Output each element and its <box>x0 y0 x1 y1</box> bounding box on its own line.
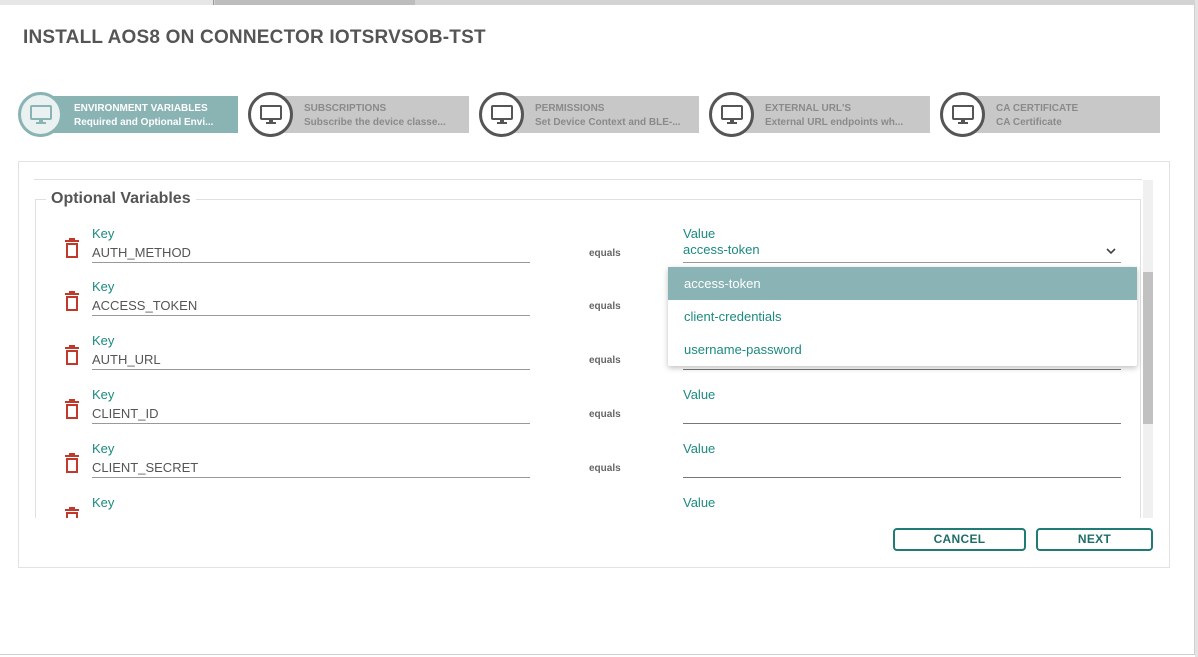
value-select-text: access-token <box>683 242 760 257</box>
value-label: Value <box>683 387 716 402</box>
variable-row: Key CLIENT_ID equals Value <box>34 387 1142 441</box>
equals-label: equals <box>589 301 621 312</box>
step-title: CA CERTIFICATE <box>996 103 1079 114</box>
monitor-icon <box>18 92 63 137</box>
trash-icon[interactable] <box>64 291 80 311</box>
step-external-urls[interactable]: EXTERNAL URL'S External URL endpoints wh… <box>709 92 930 137</box>
monitor-icon <box>940 92 985 137</box>
equals-label: equals <box>589 463 621 474</box>
step-permissions[interactable]: PERMISSIONS Set Device Context and BLE-.… <box>479 92 699 137</box>
equals-label: equals <box>589 355 621 366</box>
dropdown-option-username-password[interactable]: username-password <box>668 333 1137 366</box>
variable-row: Key CLIENT_SECRET equals Value <box>34 441 1142 495</box>
auth-method-dropdown: access-token client-credentials username… <box>668 267 1137 366</box>
key-label: Key <box>92 387 115 402</box>
equals-label: equals <box>589 248 621 259</box>
value-input[interactable] <box>683 457 1121 478</box>
dropdown-option-client-credentials[interactable]: client-credentials <box>668 300 1137 333</box>
value-label: Value <box>683 441 716 456</box>
step-subtitle: Set Device Context and BLE-... <box>535 117 681 128</box>
monitor-icon <box>248 92 293 137</box>
key-label: Key <box>92 226 115 241</box>
trash-icon[interactable] <box>64 453 80 473</box>
section-legend: Optional Variables <box>46 190 196 208</box>
trash-icon[interactable] <box>64 345 80 365</box>
step-ca-certificate[interactable]: CA CERTIFICATE CA Certificate <box>940 92 1160 137</box>
key-label: Key <box>92 279 115 294</box>
step-subscriptions[interactable]: SUBSCRIPTIONS Subscribe the device class… <box>248 92 469 137</box>
key-label: Key <box>92 495 115 510</box>
value-label: Value <box>683 226 716 241</box>
vertical-scrollbar[interactable] <box>1143 180 1153 518</box>
cancel-button[interactable]: CANCEL <box>893 528 1026 551</box>
chevron-down-icon[interactable] <box>1105 245 1117 257</box>
step-title: EXTERNAL URL'S <box>765 103 852 114</box>
key-input[interactable]: CLIENT_SECRET <box>92 460 530 478</box>
step-environment-variables[interactable]: ENVIRONMENT VARIABLES Required and Optio… <box>18 92 238 137</box>
key-input[interactable] <box>92 514 530 518</box>
key-input[interactable]: AUTH_URL <box>92 352 530 370</box>
scrollbar-thumb[interactable] <box>1143 272 1153 424</box>
monitor-icon <box>479 92 524 137</box>
trash-icon[interactable] <box>64 507 80 518</box>
trash-icon[interactable] <box>64 399 80 419</box>
step-title: PERMISSIONS <box>535 103 605 114</box>
value-select[interactable]: access-token <box>683 242 1121 263</box>
dialog-title: INSTALL AOS8 ON CONNECTOR IOTSRVSOB-TST <box>23 27 486 48</box>
step-title: SUBSCRIPTIONS <box>304 103 387 114</box>
monitor-icon <box>709 92 754 137</box>
value-label: Value <box>683 495 716 510</box>
key-label: Key <box>92 441 115 456</box>
value-input[interactable] <box>683 403 1121 424</box>
next-button[interactable]: NEXT <box>1036 528 1153 551</box>
key-input[interactable]: CLIENT_ID <box>92 406 530 424</box>
trash-icon[interactable] <box>64 238 80 258</box>
key-input[interactable]: ACCESS_TOKEN <box>92 298 530 316</box>
step-subtitle: External URL endpoints wh... <box>765 117 904 128</box>
equals-label: equals <box>589 409 621 420</box>
key-input[interactable]: AUTH_METHOD <box>92 245 530 263</box>
step-subtitle: Required and Optional Envi... <box>74 117 214 128</box>
step-subtitle: CA Certificate <box>996 117 1062 128</box>
key-label: Key <box>92 333 115 348</box>
variable-row: Key Value <box>34 495 1142 518</box>
step-subtitle: Subscribe the device classe... <box>304 117 446 128</box>
dropdown-option-access-token[interactable]: access-token <box>668 267 1137 300</box>
step-title: ENVIRONMENT VARIABLES <box>74 103 208 114</box>
